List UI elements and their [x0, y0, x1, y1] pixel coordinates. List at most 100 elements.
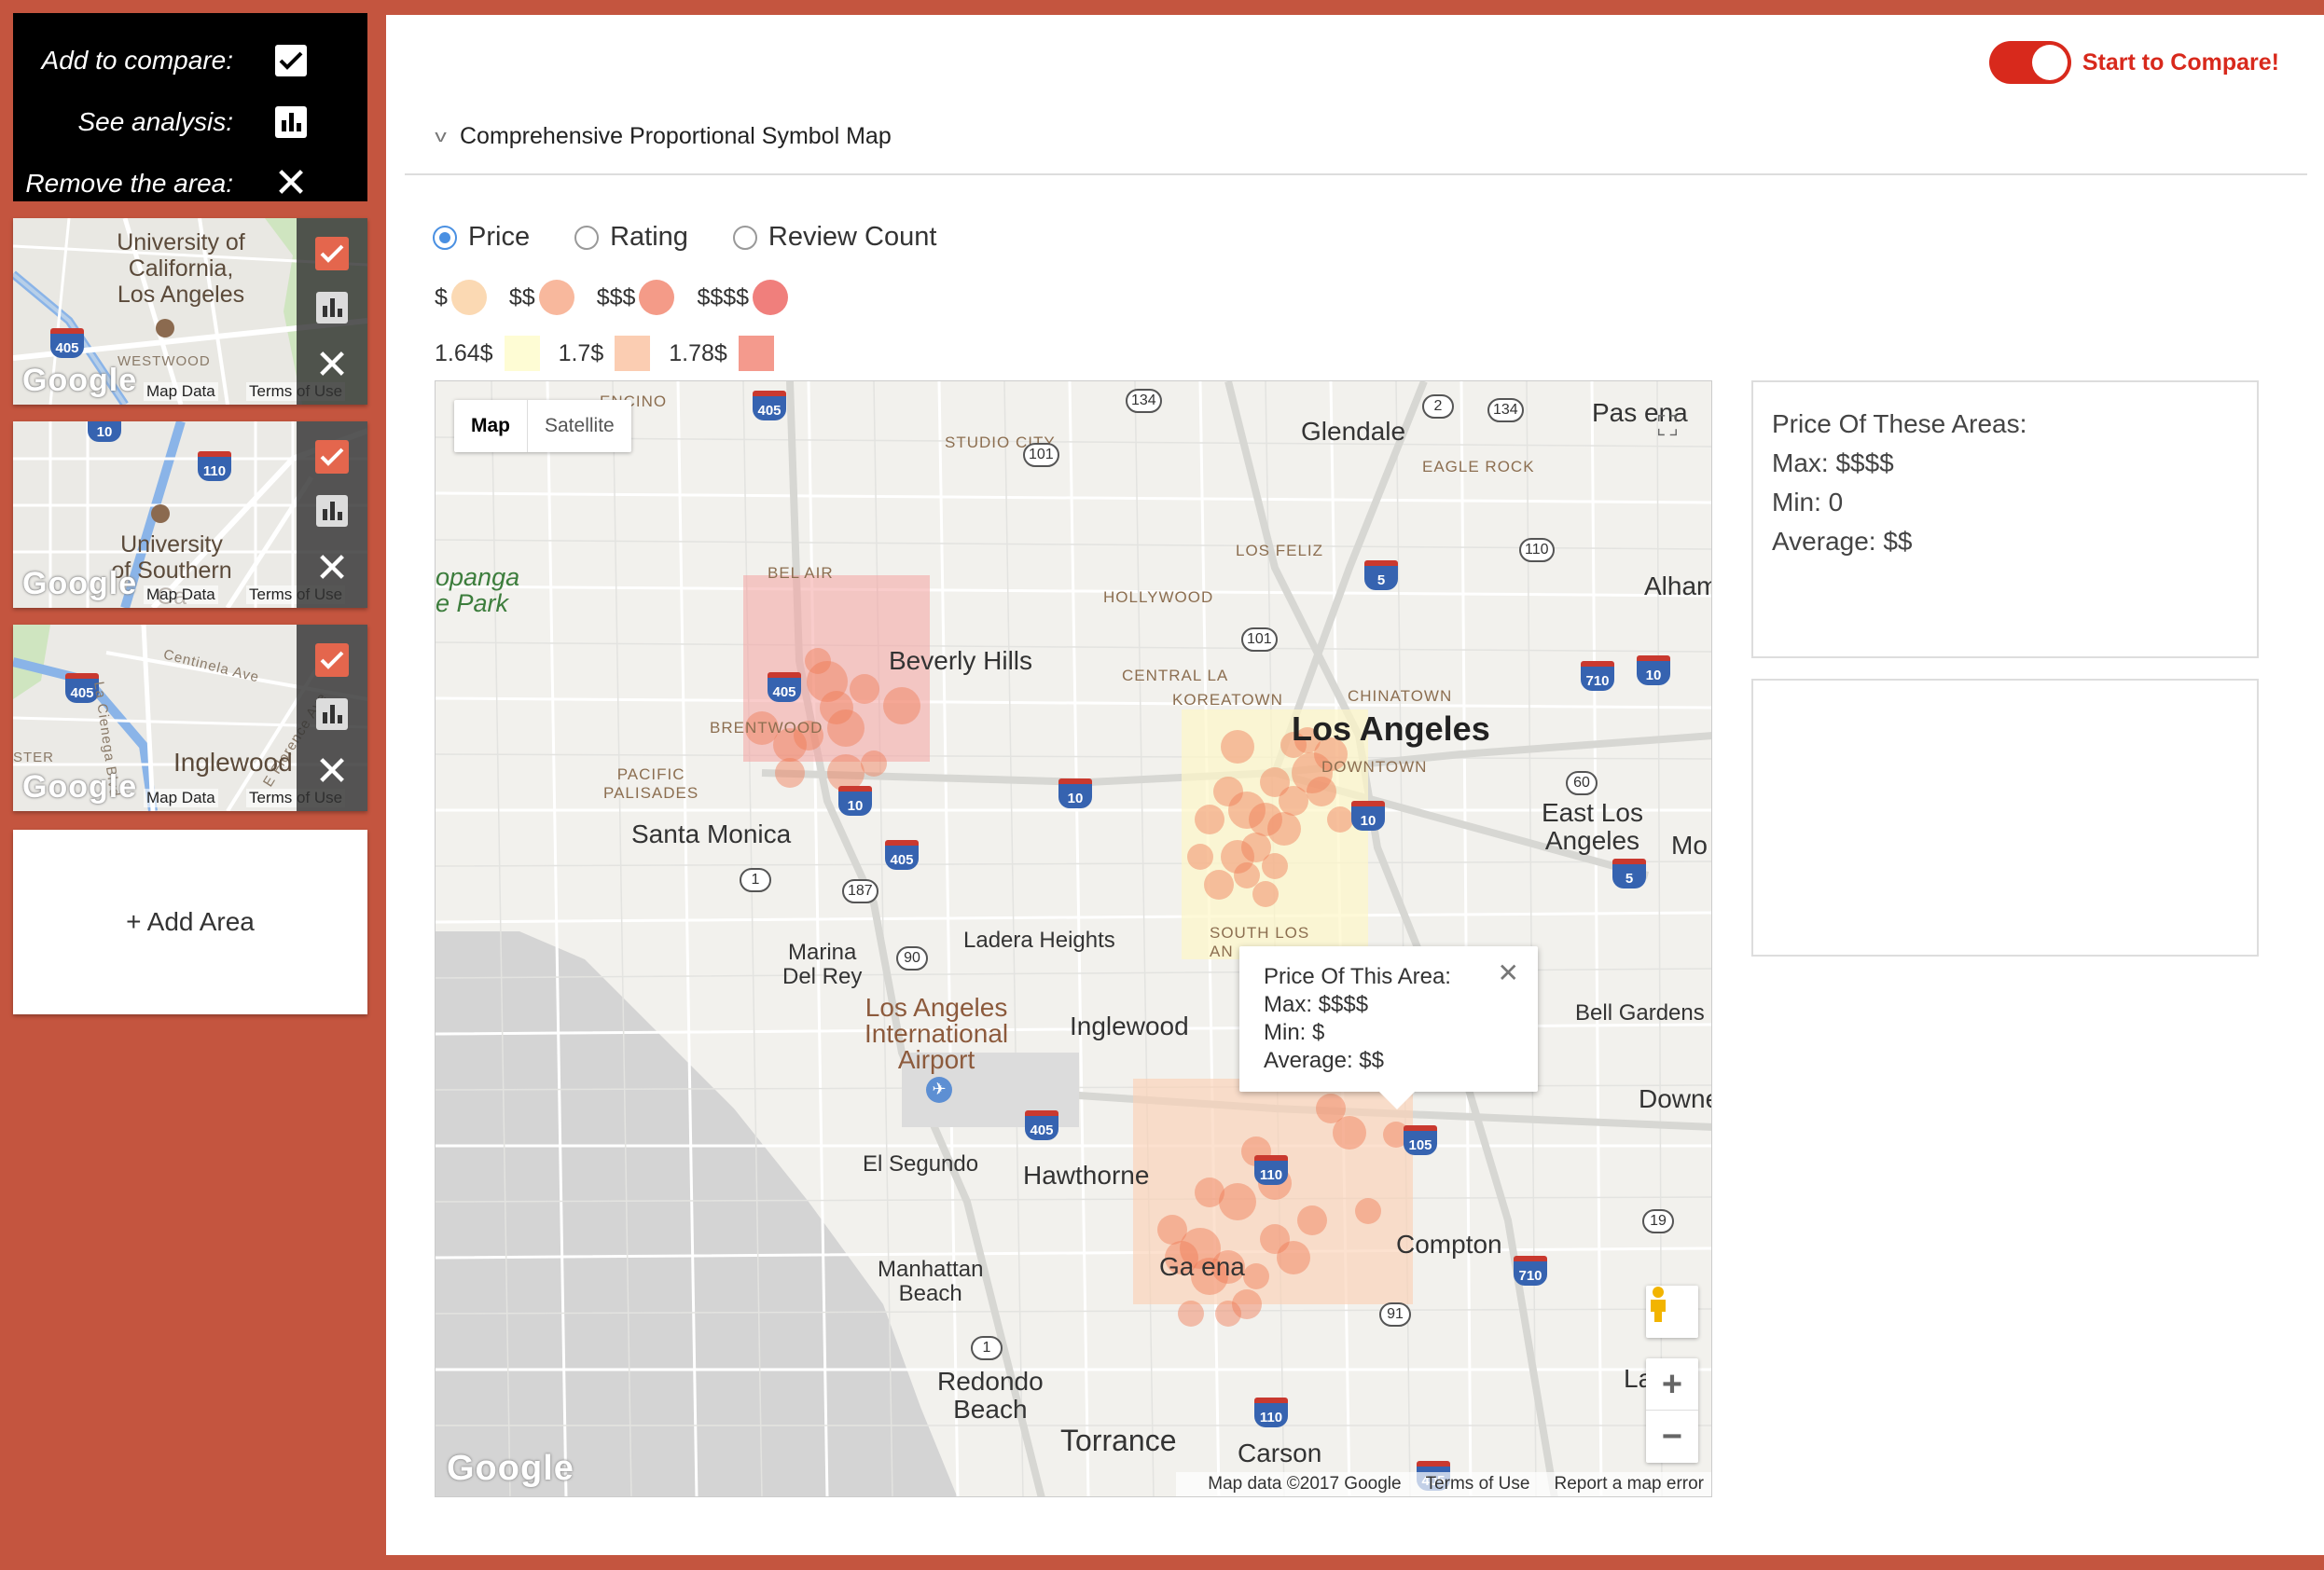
chevron-down-icon: v — [435, 127, 447, 145]
highway-shield: 110 — [1519, 538, 1555, 562]
price-symbol[interactable] — [1187, 844, 1213, 870]
city-label: Mo — [1671, 831, 1708, 860]
highway-shield: 187 — [842, 879, 878, 903]
highway-shield: 19 — [1642, 1209, 1674, 1233]
google-logo: Google — [447, 1449, 574, 1488]
price-symbol[interactable] — [861, 751, 887, 777]
price-symbol[interactable] — [1178, 1301, 1204, 1327]
price-symbol[interactable] — [1204, 870, 1234, 900]
city-label: Inglewood — [1070, 1012, 1189, 1040]
legend-item: $$$$ — [697, 280, 789, 315]
price-symbol[interactable] — [1267, 812, 1301, 846]
radio-price[interactable]: Price — [433, 222, 530, 253]
compare-checkbox[interactable] — [315, 236, 349, 270]
analysis-button[interactable] — [316, 697, 348, 730]
area-thumbnail-3[interactable]: 405 Centinela Ave La Cienega Blvd E Flor… — [13, 625, 367, 811]
map-type-satellite-button[interactable]: Satellite — [528, 400, 631, 452]
price-symbol[interactable] — [1327, 806, 1353, 833]
map-data-text: Map data ©2017 Google — [1208, 1474, 1402, 1494]
street-label: STER — [13, 750, 55, 765]
highway-shield: 91 — [1379, 1302, 1411, 1327]
sidebar: Add to compare: See analysis: Remove the… — [13, 13, 367, 1014]
highway-shield: 5 — [1612, 859, 1646, 888]
bar-chart-icon — [275, 106, 307, 138]
summary-average: Average: $$ — [1772, 527, 1913, 556]
area-thumbnail-1[interactable]: University of California, Los Angeles WE… — [13, 218, 367, 405]
city-label: El Segundo — [863, 1151, 979, 1177]
price-symbol[interactable] — [1277, 1241, 1310, 1274]
add-area-button[interactable]: + Add Area — [13, 830, 367, 1014]
price-symbol[interactable] — [1234, 862, 1260, 888]
thumbnail-controls: ✕ — [297, 421, 367, 608]
highway-shield: 405 — [768, 672, 801, 702]
street-view-pegman-icon[interactable] — [1646, 1286, 1698, 1338]
summary-title: Price Of These Areas: — [1772, 409, 2027, 438]
area-label: CHINATOWN — [1348, 687, 1453, 705]
analysis-button[interactable] — [316, 291, 348, 324]
city-label: East Los Angeles — [1542, 798, 1643, 855]
city-label: Glendale — [1301, 417, 1406, 446]
price-symbol[interactable] — [1219, 1183, 1256, 1220]
remove-area-button[interactable]: ✕ — [315, 548, 350, 589]
compare-toggle[interactable] — [1988, 41, 2071, 84]
price-symbol[interactable] — [1243, 1263, 1269, 1289]
area-label: BRENTWOOD — [710, 719, 823, 737]
map-canvas[interactable]: Glendale Pas ena Beverly Hills Los Angel… — [435, 380, 1712, 1497]
map-data-link[interactable]: Map Data — [144, 789, 218, 807]
price-symbol[interactable] — [1307, 777, 1336, 806]
price-symbol[interactable] — [1221, 730, 1254, 764]
compare-checkbox[interactable] — [315, 642, 349, 677]
analysis-button[interactable] — [316, 494, 348, 527]
remove-area-button[interactable]: ✕ — [315, 345, 350, 386]
legend-swatch — [504, 336, 540, 371]
price-symbol[interactable] — [1355, 1198, 1381, 1224]
compare-toggle-label[interactable]: Start to Compare! — [2082, 49, 2279, 76]
action-legend: Add to compare: See analysis: Remove the… — [13, 13, 367, 204]
fullscreen-icon[interactable]: ⛶ — [1652, 411, 1683, 443]
highway-shield: 10 — [1058, 778, 1092, 808]
map-data-link[interactable]: Map Data — [144, 585, 218, 604]
highway-shield: 134 — [1487, 398, 1524, 422]
price-symbol[interactable] — [1252, 881, 1279, 907]
section-header[interactable]: v Comprehensive Proportional Symbol Map — [435, 123, 892, 150]
price-symbol[interactable] — [1157, 1215, 1187, 1245]
highway-shield: 405 — [753, 391, 786, 420]
summary-max: Max: $$$$ — [1772, 448, 1894, 477]
price-symbol[interactable] — [850, 674, 879, 704]
price-symbol[interactable] — [883, 687, 920, 724]
thumbnail-controls: ✕ — [297, 625, 367, 811]
price-symbol[interactable] — [775, 758, 805, 788]
radio-rating[interactable]: Rating — [574, 222, 688, 253]
section-title: Comprehensive Proportional Symbol Map — [460, 123, 892, 149]
area-thumbnail-2[interactable]: University of Southern Ca 110 10 Google … — [13, 421, 367, 608]
radio-review-count[interactable]: Review Count — [732, 222, 936, 253]
legend-item: $$ — [509, 280, 574, 315]
price-symbol[interactable] — [805, 648, 831, 674]
highway-shield: 10 — [88, 421, 121, 442]
report-map-error-link[interactable]: Report a map error — [1554, 1474, 1704, 1494]
radio-button[interactable] — [574, 225, 600, 250]
city-label: Beverly Hills — [889, 646, 1033, 675]
close-icon[interactable]: ✕ — [1498, 959, 1519, 987]
airport-icon: ✈ — [926, 1077, 952, 1103]
city-label: Carson — [1238, 1439, 1322, 1467]
map-type-control: Map Satellite — [454, 400, 631, 452]
price-symbol[interactable] — [1195, 805, 1224, 834]
price-symbol[interactable] — [1215, 1301, 1241, 1327]
radio-button[interactable] — [732, 225, 757, 250]
map-data-link[interactable]: Map Data — [144, 382, 218, 401]
zoom-in-button[interactable]: + — [1646, 1358, 1698, 1411]
price-symbol[interactable] — [1195, 1178, 1224, 1207]
compare-checkbox[interactable] — [315, 439, 349, 474]
remove-area-button[interactable]: ✕ — [315, 751, 350, 792]
map-type-map-button[interactable]: Map — [454, 400, 528, 452]
price-symbol[interactable] — [1333, 1116, 1366, 1150]
radio-button[interactable] — [433, 225, 457, 250]
price-symbol[interactable] — [1262, 853, 1288, 879]
price-symbol[interactable] — [827, 709, 865, 747]
price-symbol[interactable] — [1297, 1205, 1327, 1235]
city-label: Marina Del Rey — [782, 940, 863, 989]
metric-radio-group: Price Rating Review Count — [433, 222, 981, 253]
zoom-out-button[interactable]: − — [1646, 1411, 1698, 1463]
terms-link[interactable]: Terms of Use — [1426, 1474, 1530, 1494]
